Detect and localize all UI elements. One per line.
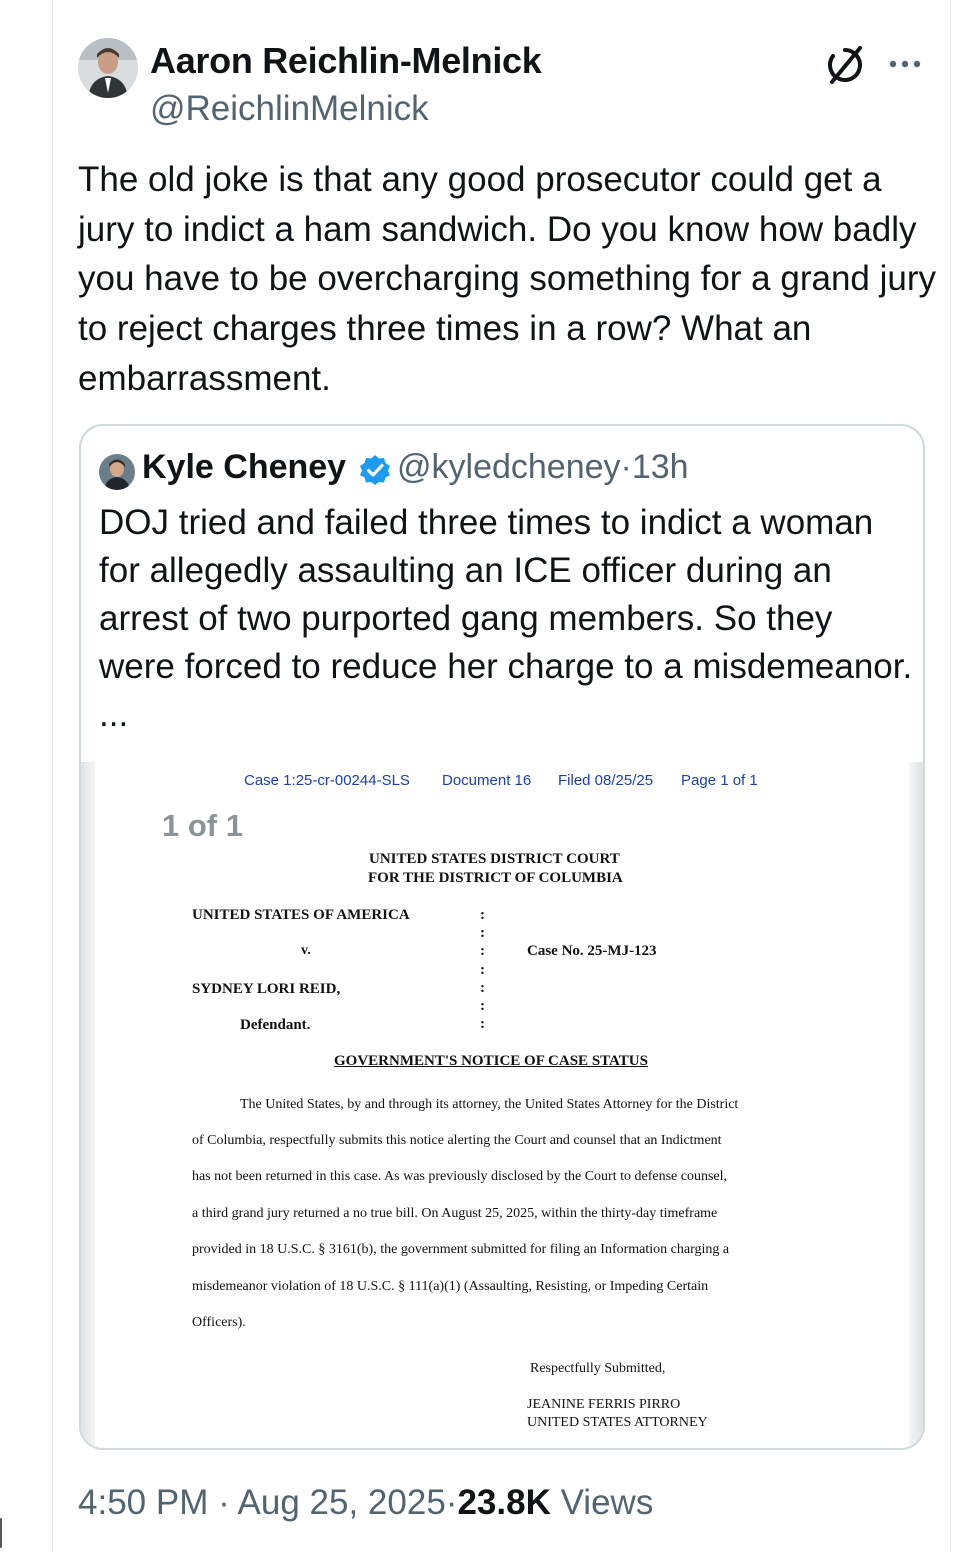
views-count: 23.8K	[457, 1483, 551, 1522]
closing-line: Respectfully Submitted,	[530, 1361, 666, 1376]
caption-colon: :	[480, 980, 485, 996]
media-shadow-right	[909, 762, 923, 1448]
body-line: of Columbia, respectfully submits this n…	[192, 1133, 722, 1148]
post-metadata: 4:50 PM · Aug 25, 2025·23.8K Views	[78, 1483, 653, 1523]
document-title: GOVERNMENT'S NOTICE OF CASE STATUS	[334, 1053, 648, 1069]
body-line: provided in 18 U.S.C. § 3161(b), the gov…	[192, 1242, 730, 1257]
doc-case-number: Case 1:25-cr-00244-SLS	[244, 772, 410, 789]
defendant-label: Defendant.	[240, 1017, 311, 1033]
quoted-tweet-text: DOJ tried and failed three times to indi…	[99, 503, 913, 734]
doc-filed-date: Filed 08/25/25	[558, 772, 654, 789]
post-time[interactable]: 4:50 PM	[78, 1483, 208, 1522]
scroll-edge-indicator	[0, 1518, 5, 1548]
versus-label: v.	[301, 943, 311, 958]
tweet-text: The old joke is that any good prosecutor…	[78, 160, 937, 398]
verified-badge-icon	[359, 454, 391, 486]
court-document-page: Case 1:25-cr-00244-SLS Document 16 Filed…	[95, 762, 909, 1448]
quoted-tweet-media[interactable]: Case 1:25-cr-00244-SLS Document 16 Filed…	[81, 762, 923, 1448]
signer-title: UNITED STATES ATTORNEY	[527, 1415, 708, 1430]
body-line: has not been returned in this case. As w…	[192, 1169, 727, 1184]
body-line: a third grand jury returned a no true bi…	[192, 1206, 718, 1221]
media-shadow-left	[81, 762, 95, 1448]
caption-colon: :	[480, 943, 485, 959]
court-name-line2: FOR THE DISTRICT OF COLUMBIA	[368, 870, 623, 886]
quoted-author-meta: @kyledcheney·13h	[397, 448, 689, 487]
caption-colon: :	[480, 998, 485, 1014]
court-name-line1: UNITED STATES DISTRICT COURT	[369, 851, 620, 867]
grok-icon[interactable]	[824, 44, 866, 86]
body-line: Officers).	[192, 1315, 246, 1330]
doc-page-number: Page 1 of 1	[681, 772, 758, 789]
quoted-author-handle: @kyledcheney	[397, 448, 621, 486]
timeline-divider-right	[950, 0, 951, 1552]
caption-colon: :	[480, 907, 485, 923]
body-line: misdemeanor violation of 18 U.S.C. § 111…	[192, 1279, 709, 1294]
case-number: Case No. 25-MJ-123	[527, 943, 657, 959]
quoted-tweet-age: 13h	[631, 448, 689, 486]
author-avatar[interactable]	[78, 38, 138, 98]
meta-separator: ·	[445, 1483, 458, 1522]
meta-separator: ·	[218, 1483, 230, 1522]
timeline-divider-left	[52, 0, 53, 1552]
signer-name: JEANINE FERRIS PIRRO	[527, 1397, 681, 1412]
media-page-counter: 1 of 1	[161, 796, 282, 856]
more-icon[interactable]	[885, 44, 925, 84]
body-line: The United States, by and through its at…	[240, 1097, 739, 1112]
author-name[interactable]: Aaron Reichlin-Melnick	[150, 40, 542, 82]
defendant-name: SYDNEY LORI REID,	[192, 981, 341, 997]
quoted-author-avatar	[99, 454, 135, 490]
meta-separator: ·	[620, 448, 632, 486]
plaintiff-name: UNITED STATES OF AMERICA	[192, 907, 410, 923]
views-label: Views	[560, 1483, 654, 1522]
post-date[interactable]: Aug 25, 2025	[238, 1483, 446, 1522]
quoted-tweet-card[interactable]: Kyle Cheney @kyledcheney·13h DOJ tried a…	[79, 424, 925, 1450]
doc-document-number: Document 16	[442, 772, 532, 789]
caption-colon: :	[480, 925, 485, 941]
caption-colon: :	[480, 1016, 485, 1032]
author-handle[interactable]: @ReichlinMelnick	[150, 89, 429, 129]
quoted-author-name: Kyle Cheney	[142, 448, 347, 486]
caption-colon: :	[480, 962, 485, 978]
